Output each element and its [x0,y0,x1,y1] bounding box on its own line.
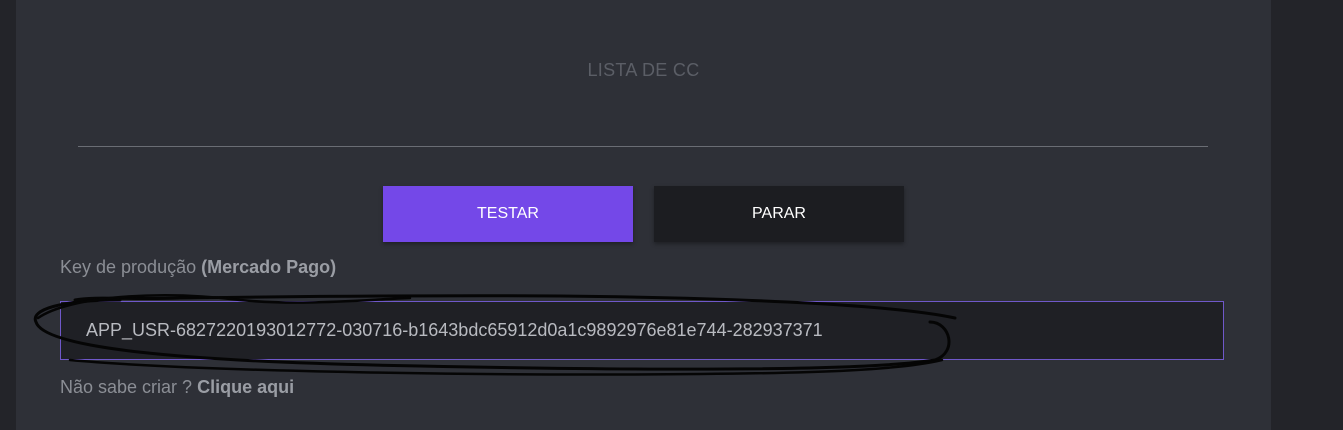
key-label-text: Key de produção [60,257,202,277]
key-field-label: Key de produção (Mercado Pago) [60,257,336,278]
stop-button[interactable]: PARAR [654,186,904,242]
key-label-provider: (Mercado Pago) [201,257,337,277]
page: LISTA DE CC TESTAR PARAR Key de produção… [0,0,1343,430]
create-key-link[interactable]: Clique aqui [197,377,294,397]
help-text: Não sabe criar ? Clique aqui [60,377,294,398]
production-key-input[interactable] [60,301,1224,360]
help-prefix: Não sabe criar ? [60,377,198,397]
test-button[interactable]: TESTAR [383,186,633,242]
list-title: LISTA DE CC [587,60,700,80]
main-panel: LISTA DE CC TESTAR PARAR Key de produção… [16,0,1271,430]
divider [78,146,1208,147]
